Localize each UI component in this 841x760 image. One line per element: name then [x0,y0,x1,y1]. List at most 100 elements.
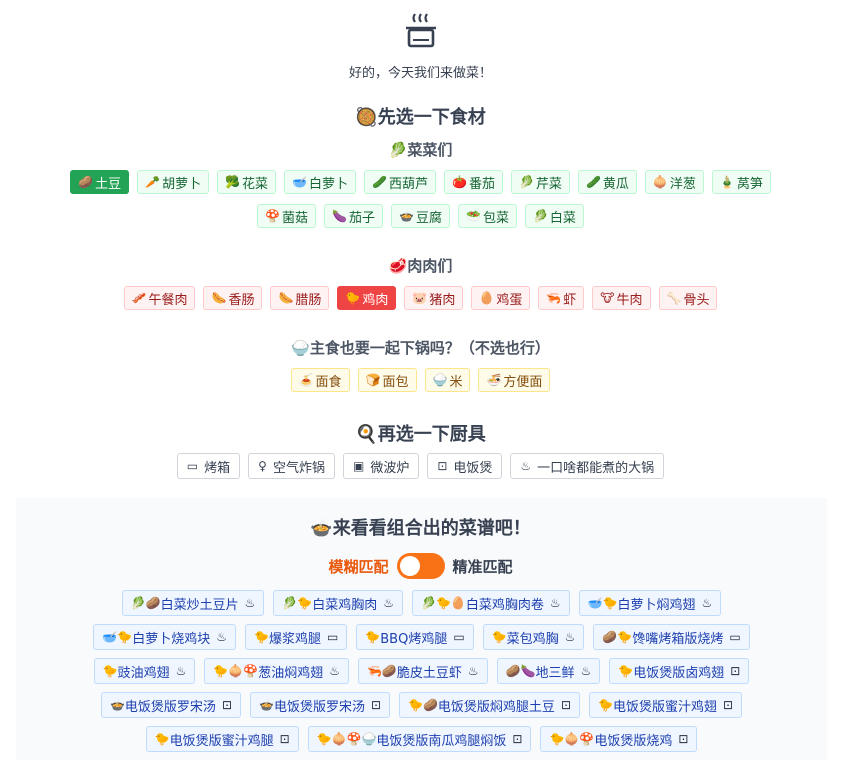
staple-emoji-icon: 🍞 [365,373,381,387]
recipe-emoji-icon: 🐤 [491,630,507,644]
tool-button[interactable]: ♀ 空气炸锅 [248,453,335,479]
tool-button[interactable]: ▣ 微波炉 [342,453,420,479]
veg-chip[interactable]: 🍆 茄子 [324,204,384,228]
veg-chip[interactable]: 🥕 胡萝卜 [137,170,210,194]
meat-chip[interactable]: 🌭 腊肠 [270,286,330,310]
recipe-chip[interactable]: 🥣🐤 白萝卜焖鸡翅 ♨ [578,590,722,616]
recipe-emoji-icon: 🐤🥔 [408,698,438,712]
recipe-chip[interactable]: 🐤 菜包鸡胸 ♨ [482,624,585,650]
cookware-icon: ⊡ [512,732,523,746]
rice-cooker-icon: ⊡ [437,459,448,473]
recipe-chip[interactable]: 🐤🧅🍄🍚 电饭煲版南瓜鸡腿焖饭 ⊡ [307,726,532,752]
recipe-chip[interactable]: 🐤 电饭煲版卤鸡翅 ⊡ [609,658,750,684]
veg-chip[interactable]: 🥬 白菜 [524,204,584,228]
meat-row: 🥓 午餐肉 🌭 香肠 🌭 腊肠 🐤 鸡肉 🐷 猪肉 🥚 鸡蛋 🦐 虾 🐮 牛肉 🦴 骨头 [0,286,841,310]
recipe-emoji-icon: 🍲 [259,698,274,712]
recipe-chip[interactable]: 🥬🐤 白菜鸡胸肉 ♨ [273,590,404,616]
tool-label: 空气炸锅 [272,460,325,476]
cookware-icon: ♨ [216,630,227,644]
recipe-emoji-icon: 🥣🐤 [102,630,133,644]
recipe-chip[interactable]: 🍲 电饭煲版罗宋汤 ⊡ [250,692,391,718]
recipe-chip[interactable]: 🥔🍆 地三鲜 ♨ [496,658,601,684]
veg-chip[interactable]: 🥒 黄瓜 [577,170,637,194]
recipe-emoji-icon: 🐤 [618,664,634,678]
staple-emoji-icon: 🍜 [486,373,502,387]
recipe-chip[interactable]: 🍲 电饭煲版罗宋汤 ⊡ [100,692,241,718]
meat-emoji-icon: 🐮 [600,291,615,305]
veg-emoji-icon: 🍄 [265,209,281,223]
meat-chip[interactable]: 🐷 猪肉 [404,286,464,310]
veg-chip[interactable]: 🥦 花菜 [217,170,277,194]
recipe-label: 豉油鸡翅 [117,665,170,681]
cookware-icon: ♨ [329,664,340,678]
recipe-chip[interactable]: 🐤 电饭煲版蜜汁鸡翅 ⊡ [589,692,743,718]
meats-title: 🥩肉肉们 [388,257,453,275]
staple-chip[interactable]: 🍝 面食 [290,368,350,392]
recipe-chip[interactable]: 🥔🐤 馋嘴烤箱版烧烤 ▭ [593,624,750,650]
veg-chip-label: 茄子 [349,210,376,226]
veg-chip[interactable]: 🥗 包菜 [457,204,517,228]
staple-chip[interactable]: 🍞 面包 [357,368,417,392]
recipe-row: 🐤 电饭煲版蜜汁鸡腿 ⊡ 🐤🧅🍄🍚 电饭煲版南瓜鸡腿焖饭 ⊡ 🐤🧅🍄 电饭煲版烧鸡 ⊡ [16,726,827,752]
meat-chip[interactable]: 🦐 虾 [538,286,585,310]
veg-chip[interactable]: 🥔 土豆 [70,170,130,194]
tool-row: ▭ 烤箱 ♀ 空气炸锅 ▣ 微波炉 ⊡ 电饭煲 ♨ 一口啥都能煮的大锅 [0,453,841,479]
meat-chip-label: 鸡蛋 [496,292,523,308]
veg-chip[interactable]: 🍅 番茄 [444,170,503,194]
recipe-emoji-icon: 🍲 [109,698,125,712]
recipe-emoji-icon: 🐤🧅🍄🍚 [316,732,377,746]
veg-emoji-icon: 🥬 [518,175,534,189]
staple-chip[interactable]: 🍚 米 [424,368,471,392]
veg-emoji-icon: 🥒 [372,175,387,189]
meat-chip[interactable]: 🐤 鸡肉 [337,286,397,310]
recipe-emoji-icon: 🥔🐤 [602,630,633,644]
recipe-chip[interactable]: 🥬🐤🥚 白菜鸡胸肉卷 ♨ [412,590,570,616]
recipe-chip[interactable]: 🐤 豉油鸡翅 ♨ [93,658,196,684]
match-mode-switch[interactable] [396,553,445,579]
recipe-chip[interactable]: 🐤🥔 电饭煲版焖鸡腿土豆 ⊡ [399,692,580,718]
tool-button[interactable]: ♨ 一口啥都能煮的大锅 [510,453,665,479]
cookware-icon: ⊡ [678,732,689,746]
veg-chip-label: 白菜 [549,210,576,226]
tool-button[interactable]: ⊡ 电饭煲 [427,453,503,479]
veg-chip[interactable]: 🎍 莴笋 [711,170,771,194]
recipe-chip[interactable]: 🐤🧅🍄 葱油焖鸡翅 ♨ [204,658,349,684]
recipe-chip[interactable]: 🥣🐤 白萝卜烧鸡块 ♨ [93,624,236,650]
meat-chip[interactable]: 🥓 午餐肉 [123,286,196,310]
recipe-chip[interactable]: 🐤🧅🍄 电饭煲版烧鸡 ⊡ [540,726,698,752]
vegetable-row-1: 🥔 土豆 🥕 胡萝卜 🥦 花菜 🥣 白萝卜 🥒 西葫芦 🍅 番茄 🥬 芹菜 🥒 黄瓜 🧅 洋葱 🎍 莴笋 [0,170,841,194]
veg-chip-label: 白萝卜 [309,176,349,192]
recipe-row: 🥣🐤 白萝卜烧鸡块 ♨ 🐤 爆浆鸡腿 ▭ 🐤 BBQ烤鸡腿 ▭ 🐤 菜包鸡胸 ♨ 🥔🐤 馋嘴烤箱版烧烤 ▭ [16,624,827,650]
staple-chip-label: 方便面 [503,374,543,390]
cookware-icon: ♨ [383,596,395,610]
staple-emoji-icon: 🍝 [298,373,314,387]
veg-chip[interactable]: 🍲 豆腐 [391,204,450,228]
recipe-emoji-icon: 🐤🧅🍄 [213,664,259,678]
veg-chip[interactable]: 🍄 菌菇 [257,204,317,228]
meat-chip[interactable]: 🦴 骨头 [658,286,718,310]
recipe-chip[interactable]: 🐤 爆浆鸡腿 ▭ [245,624,348,650]
staple-chip[interactable]: 🍜 方便面 [478,368,551,392]
veg-chip-label: 番茄 [468,176,495,192]
meat-chip-label: 骨头 [683,292,710,308]
tool-button[interactable]: ▭ 烤箱 [176,453,241,479]
meat-chip[interactable]: 🐮 牛肉 [592,286,651,310]
recipe-chip[interactable]: 🥬🥔 白菜炒土豆片 ♨ [121,590,265,616]
meat-chip[interactable]: 🌭 香肠 [203,286,263,310]
recipe-chip[interactable]: 🐤 BBQ烤鸡腿 ▭ [356,624,474,650]
match-mode-toggle-row: 模糊匹配 精准匹配 [0,553,841,579]
meat-chip[interactable]: 🥚 鸡蛋 [471,286,531,310]
veg-chip[interactable]: 🧅 洋葱 [644,170,704,194]
veg-chip-label: 莴笋 [736,176,763,192]
veg-chip[interactable]: 🥒 西葫芦 [364,170,436,194]
recipe-label: 电饭煲版罗宋汤 [124,699,216,715]
meat-emoji-icon: 🥚 [479,291,495,305]
recipe-emoji-icon: 🥣🐤 [587,596,618,610]
veg-chip[interactable]: 🥣 白萝卜 [284,170,357,194]
recipe-row: 🥬🥔 白菜炒土豆片 ♨ 🥬🐤 白菜鸡胸肉 ♨ 🥬🐤🥚 白菜鸡胸肉卷 ♨ 🥣🐤 白萝卜焖鸡翅 ♨ [16,590,827,616]
recipe-label: 葱油焖鸡翅 [258,665,324,681]
recipe-chip[interactable]: 🐤 电饭煲版蜜汁鸡腿 ⊡ [145,726,299,752]
recipe-chip[interactable]: 🦐🥔 脆皮土豆虾 ♨ [357,658,488,684]
veg-chip[interactable]: 🥬 芹菜 [510,170,570,194]
meat-chip-label: 午餐肉 [148,292,188,308]
